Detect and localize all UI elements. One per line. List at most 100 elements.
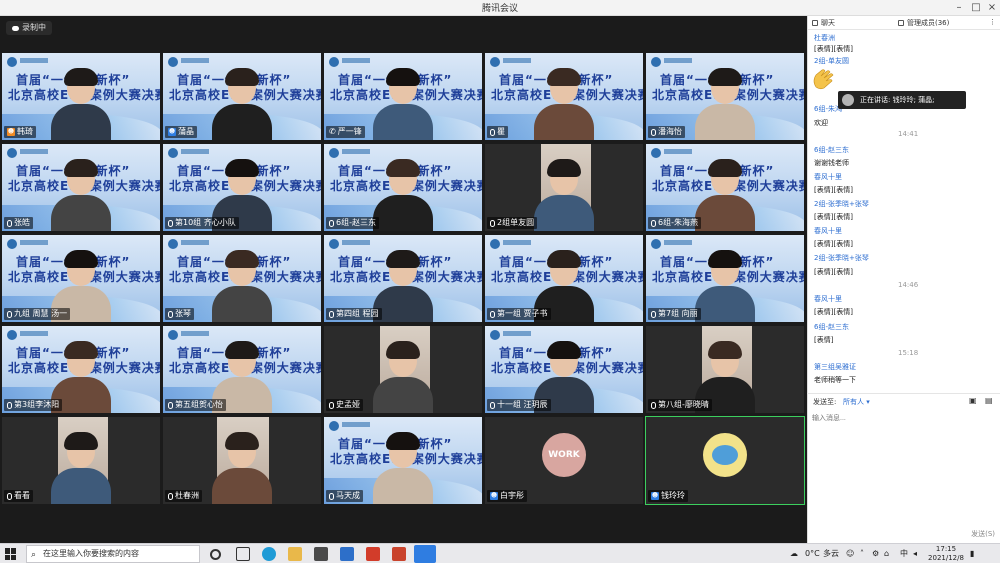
chat-sender[interactable]: 第三组吴雅证	[814, 363, 856, 372]
close-icon[interactable]: ×	[983, 1, 1000, 14]
participant-tile[interactable]: 首届“一创·创新杯”北京高校ESG案例大赛决赛第五组贺心怡	[162, 325, 322, 414]
chat-sender[interactable]: 2组-张季晓+张琴	[814, 254, 869, 263]
participant-name-label: 潘海怡	[648, 126, 685, 138]
recording-badge[interactable]: 录制中	[6, 21, 52, 35]
office-icon[interactable]	[366, 547, 380, 561]
notifications-icon[interactable]: ▮	[970, 544, 974, 563]
chat-sender[interactable]: 6组-赵三东	[814, 323, 849, 332]
mic-icon	[7, 492, 12, 500]
ime-indicator[interactable]: 中	[900, 544, 908, 563]
chat-sender[interactable]: 6组-赵三东	[814, 146, 849, 155]
person-body	[373, 104, 433, 140]
mail-icon[interactable]	[340, 547, 354, 561]
participant-tile[interactable]: 杜春洲	[162, 416, 322, 505]
participant-tile[interactable]: 首届“一创·创新杯”北京高校ESG案例大赛决赛6组-赵三东	[323, 143, 483, 232]
participant-tile[interactable]: 首届“一创·创新杯”北京高校ESG案例大赛决赛第四组 程园	[323, 234, 483, 323]
powerpoint-icon[interactable]	[392, 547, 406, 561]
banner-logo-text	[181, 58, 209, 63]
banner-logo-text	[20, 149, 48, 154]
send-to-select[interactable]: 所有人 ▾	[843, 397, 870, 407]
participant-tile[interactable]: 首届“一创·创新杯”北京高校ESG案例大赛决赛第3组李沐阳	[1, 325, 161, 414]
tab-members[interactable]: 管理成员(36)	[898, 18, 949, 28]
chat-sender[interactable]: 春风十里	[814, 227, 842, 236]
chat-timestamp: 14:46	[898, 281, 919, 289]
person-hair	[225, 432, 259, 450]
file-explorer-icon[interactable]	[288, 547, 302, 561]
chat-sender[interactable]: 春风十里	[814, 295, 842, 304]
cortana-icon[interactable]	[210, 549, 221, 560]
participant-name-label: 杜春洲	[165, 490, 202, 502]
windows-start-icon[interactable]	[5, 548, 17, 560]
mic-icon	[7, 310, 12, 318]
participant-name-label: 瞿	[487, 126, 508, 138]
panel-menu-icon[interactable]: ⋮	[989, 18, 996, 26]
banner-logo-text	[664, 149, 692, 154]
participant-video	[534, 68, 594, 140]
speaking-text: 正在讲话: 钱玲玲; 蒲晶;	[860, 96, 935, 104]
participant-name: 杜春洲	[175, 491, 199, 500]
image-icon[interactable]: ▣	[969, 396, 977, 405]
participant-tile[interactable]: 首届“一创·创新杯”北京高校ESG案例大赛决赛十一组 汪玥辰	[484, 325, 644, 414]
edge-icon[interactable]	[262, 547, 276, 561]
file-icon[interactable]: ▤	[985, 396, 993, 405]
tray-app-icon[interactable]: ⚙	[872, 544, 879, 563]
participant-tile[interactable]: 首届“一创·创新杯”北京高校ESG案例大赛决赛第10组 齐心小队	[162, 143, 322, 232]
volume-icon[interactable]: ◂	[913, 544, 917, 563]
person-hair	[547, 341, 581, 359]
chat-sender[interactable]: 2组-张季晓+张琴	[814, 200, 869, 209]
banner-logo-text	[342, 58, 370, 63]
mic-icon	[651, 128, 656, 136]
participant-tile[interactable]: 看看	[1, 416, 161, 505]
chat-sender[interactable]: 2组-单友圆	[814, 57, 849, 66]
participant-tile[interactable]: 首届“一创·创新杯”北京高校ESG案例大赛决赛第一组 贾子书	[484, 234, 644, 323]
chat-sender[interactable]: 春风十里	[814, 173, 842, 182]
taskbar-clock[interactable]: 17:15 2021/12/8	[924, 545, 968, 563]
participant-name-label: 十一组 汪玥辰	[487, 399, 551, 411]
participant-video	[51, 432, 111, 504]
participant-tile[interactable]: 首届“一创·创新杯”北京高校ESG案例大赛决赛第7组 向丽	[645, 234, 805, 323]
banner-logo-text	[503, 240, 531, 245]
banner-logo-icon	[168, 148, 178, 158]
person-hair	[708, 341, 742, 359]
weather-icon[interactable]: ☁	[790, 544, 798, 563]
participant-tile[interactable]: 首届“一创·创新杯”北京高校ESG案例大赛决赛张皓	[1, 143, 161, 232]
participant-tile[interactable]: 2组单友圆	[484, 143, 644, 232]
tray-chevron-icon[interactable]: ˄	[860, 544, 864, 563]
tab-chat[interactable]: 聊天	[812, 18, 835, 28]
participant-tile[interactable]: 首届“一创·创新杯”北京高校ESG案例大赛决赛九组 周慧 汤一	[1, 234, 161, 323]
person-body	[534, 104, 594, 140]
send-button[interactable]: 发送(S)	[955, 529, 995, 541]
chat-tabs: 聊天 管理成员(36) ⋮	[808, 16, 1000, 30]
participant-tile[interactable]: 首届“一创·创新杯”北京高校ESG案例大赛决赛瞿	[484, 52, 644, 141]
store-icon[interactable]	[314, 547, 328, 561]
tab-chat-label: 聊天	[821, 19, 835, 27]
minimize-icon[interactable]: –	[950, 1, 968, 14]
taskbar-search[interactable]: ⌕ 在这里输入你要搜索的内容	[26, 545, 200, 563]
tray-people-icon[interactable]: ☺	[846, 544, 854, 563]
chat-sender[interactable]: 杜春洲	[814, 34, 835, 43]
participant-tile[interactable]: 首届“一创·创新杯”北京高校ESG案例大赛决赛☻韩琦	[1, 52, 161, 141]
participant-tile[interactable]: WORK ☻ 白宇彤	[484, 416, 644, 505]
participant-tile[interactable]: 首届“一创·创新杯”北京高校ESG案例大赛决赛马天成	[323, 416, 483, 505]
weather-desc[interactable]: 多云	[823, 544, 839, 563]
task-view-icon[interactable]	[236, 547, 250, 561]
host-user-icon: ☻	[7, 128, 15, 136]
network-icon[interactable]: ⌂	[884, 544, 889, 563]
send-to-bar: 发送至: 所有人 ▾ ▣ ▤	[807, 393, 1000, 407]
participant-tile[interactable]: 首届“一创·创新杯”北京高校ESG案例大赛决赛✆严一锋	[323, 52, 483, 141]
members-icon	[898, 20, 904, 26]
chat-input[interactable]	[812, 408, 992, 428]
participant-tile[interactable]: 第八组-廖晓晴	[645, 325, 805, 414]
banner-logo-icon	[168, 57, 178, 67]
tencent-meeting-taskbar-icon[interactable]	[414, 545, 436, 563]
participant-tile[interactable]: ☻ 钱玲玲	[645, 416, 805, 505]
participant-tile[interactable]: 首届“一创·创新杯”北京高校ESG案例大赛决赛潘海怡	[645, 52, 805, 141]
search-placeholder: 在这里输入你要搜索的内容	[43, 549, 139, 558]
participant-tile[interactable]: 首届“一创·创新杯”北京高校ESG案例大赛决赛6组-朱海燕	[645, 143, 805, 232]
mic-icon	[329, 219, 334, 227]
participant-tile[interactable]: 史孟娅	[323, 325, 483, 414]
person-body	[373, 286, 433, 322]
participant-tile[interactable]: 首届“一创·创新杯”北京高校ESG案例大赛决赛☻蒲晶	[162, 52, 322, 141]
participant-tile[interactable]: 首届“一创·创新杯”北京高校ESG案例大赛决赛张琴	[162, 234, 322, 323]
weather-temp[interactable]: 0°C	[805, 544, 820, 563]
